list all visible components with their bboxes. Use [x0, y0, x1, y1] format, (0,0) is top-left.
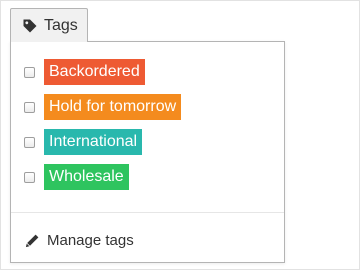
manage-tags-label: Manage tags [47, 231, 134, 249]
tag-label-backordered: Backordered [44, 59, 145, 85]
tag-label-hold-for-tomorrow: Hold for tomorrow [44, 94, 182, 120]
tag-option-international[interactable]: International [24, 129, 143, 155]
tag-checkbox-wholesale[interactable] [24, 171, 35, 183]
manage-tags-link[interactable]: Manage tags [25, 230, 134, 250]
tag-icon [22, 18, 38, 34]
tags-button-label: Tags [44, 16, 78, 34]
tag-option-wholesale[interactable]: Wholesale [24, 164, 129, 190]
tag-label-wholesale: Wholesale [44, 164, 129, 190]
tag-checkbox-backordered[interactable] [24, 66, 35, 78]
tag-option-hold-for-tomorrow[interactable]: Hold for tomorrow [24, 94, 182, 120]
tag-label-international: International [44, 129, 143, 155]
tags-button[interactable]: Tags [10, 8, 88, 42]
pencil-icon [25, 233, 40, 248]
tag-checkbox-international[interactable] [24, 136, 35, 148]
tags-dropdown: Backordered Hold for tomorrow Internatio… [10, 41, 285, 263]
dropdown-divider [11, 212, 284, 213]
tag-checkbox-hold-for-tomorrow[interactable] [24, 101, 35, 113]
tag-option-backordered[interactable]: Backordered [24, 59, 145, 85]
